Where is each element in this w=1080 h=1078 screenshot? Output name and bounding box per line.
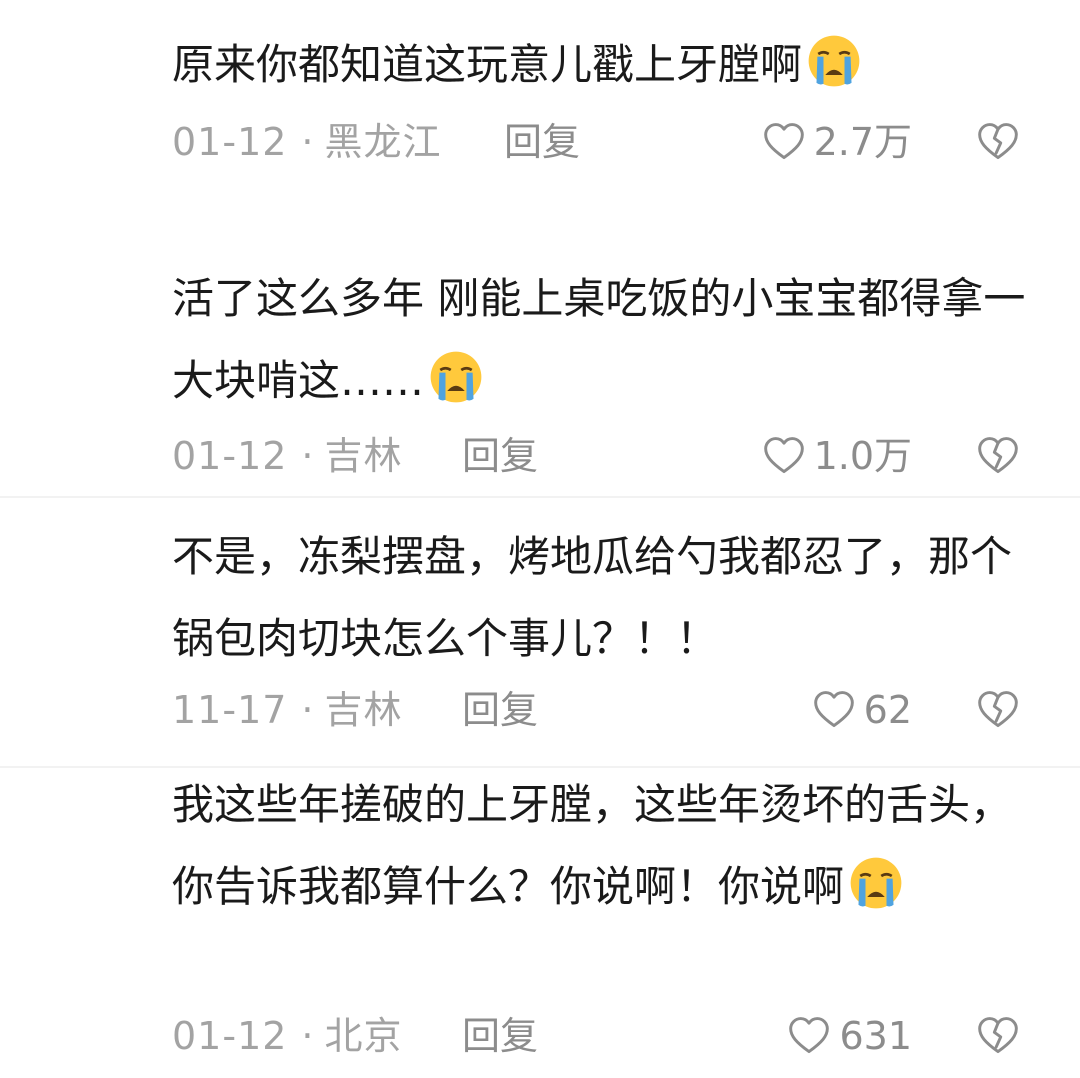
broken-heart-outline-icon xyxy=(978,691,1018,728)
dislike-button[interactable] xyxy=(968,680,1028,740)
comment-text: 活了这么多年 刚能上桌吃饭的小宝宝都得拿一大块啃这…… xyxy=(172,274,1026,405)
loudly-crying-face-emoji xyxy=(850,857,902,909)
like-button[interactable]: 2.7万 xyxy=(762,112,912,172)
heart-outline-icon xyxy=(763,123,804,160)
broken-heart-outline-icon xyxy=(978,437,1018,474)
comment-date-location: 11-17 · 吉林 xyxy=(172,688,403,732)
comment-date-location: 01-12 · 黑龙江 xyxy=(172,120,442,164)
like-count: 631 xyxy=(839,1014,912,1058)
comment-date-location: 01-12 · 北京 xyxy=(172,1014,403,1058)
like-count: 1.0万 xyxy=(813,434,912,478)
like-count: 2.7万 xyxy=(813,120,912,164)
like-button[interactable]: 631 xyxy=(787,1006,912,1066)
heart-outline-icon xyxy=(763,437,804,474)
reply-button[interactable]: 回复 xyxy=(462,1006,538,1066)
comment-meta: 11-17 · 吉林 回复 62 xyxy=(172,680,1032,740)
comment-meta: 01-12 · 北京 回复 631 xyxy=(172,1006,1032,1066)
like-count: 62 xyxy=(863,688,912,732)
broken-heart-outline-icon xyxy=(978,123,1018,160)
comment-date-location: 01-12 · 吉林 xyxy=(172,434,403,478)
divider xyxy=(0,496,1080,498)
comment-meta: 01-12 · 吉林 回复 1.0万 xyxy=(172,426,1032,486)
comment-text: 不是，冻梨摆盘，烤地瓜给勺我都忍了，那个锅包肉切块怎么个事儿？！！ xyxy=(172,532,1013,663)
loudly-crying-face-emoji xyxy=(808,35,860,87)
comment-meta: 01-12 · 黑龙江 回复 2.7万 xyxy=(172,112,1032,172)
loudly-crying-face-emoji xyxy=(430,351,482,403)
like-button[interactable]: 1.0万 xyxy=(762,426,912,486)
broken-heart-outline-icon xyxy=(978,1017,1018,1054)
dislike-button[interactable] xyxy=(968,1006,1028,1066)
comment-text: 我这些年搓破的上牙膛，这些年烫坏的舌头，你告诉我都算什么？你说啊！你说啊 xyxy=(172,780,1013,911)
heart-outline-icon xyxy=(813,691,854,728)
comment-text: 原来你都知道这玩意儿戳上牙膛啊 xyxy=(172,24,1032,106)
reply-button[interactable]: 回复 xyxy=(462,426,538,486)
like-button[interactable]: 62 xyxy=(812,680,912,740)
heart-outline-icon xyxy=(789,1017,830,1054)
reply-button[interactable]: 回复 xyxy=(504,112,580,172)
dislike-button[interactable] xyxy=(968,112,1028,172)
reply-button[interactable]: 回复 xyxy=(462,680,538,740)
dislike-button[interactable] xyxy=(968,426,1028,486)
